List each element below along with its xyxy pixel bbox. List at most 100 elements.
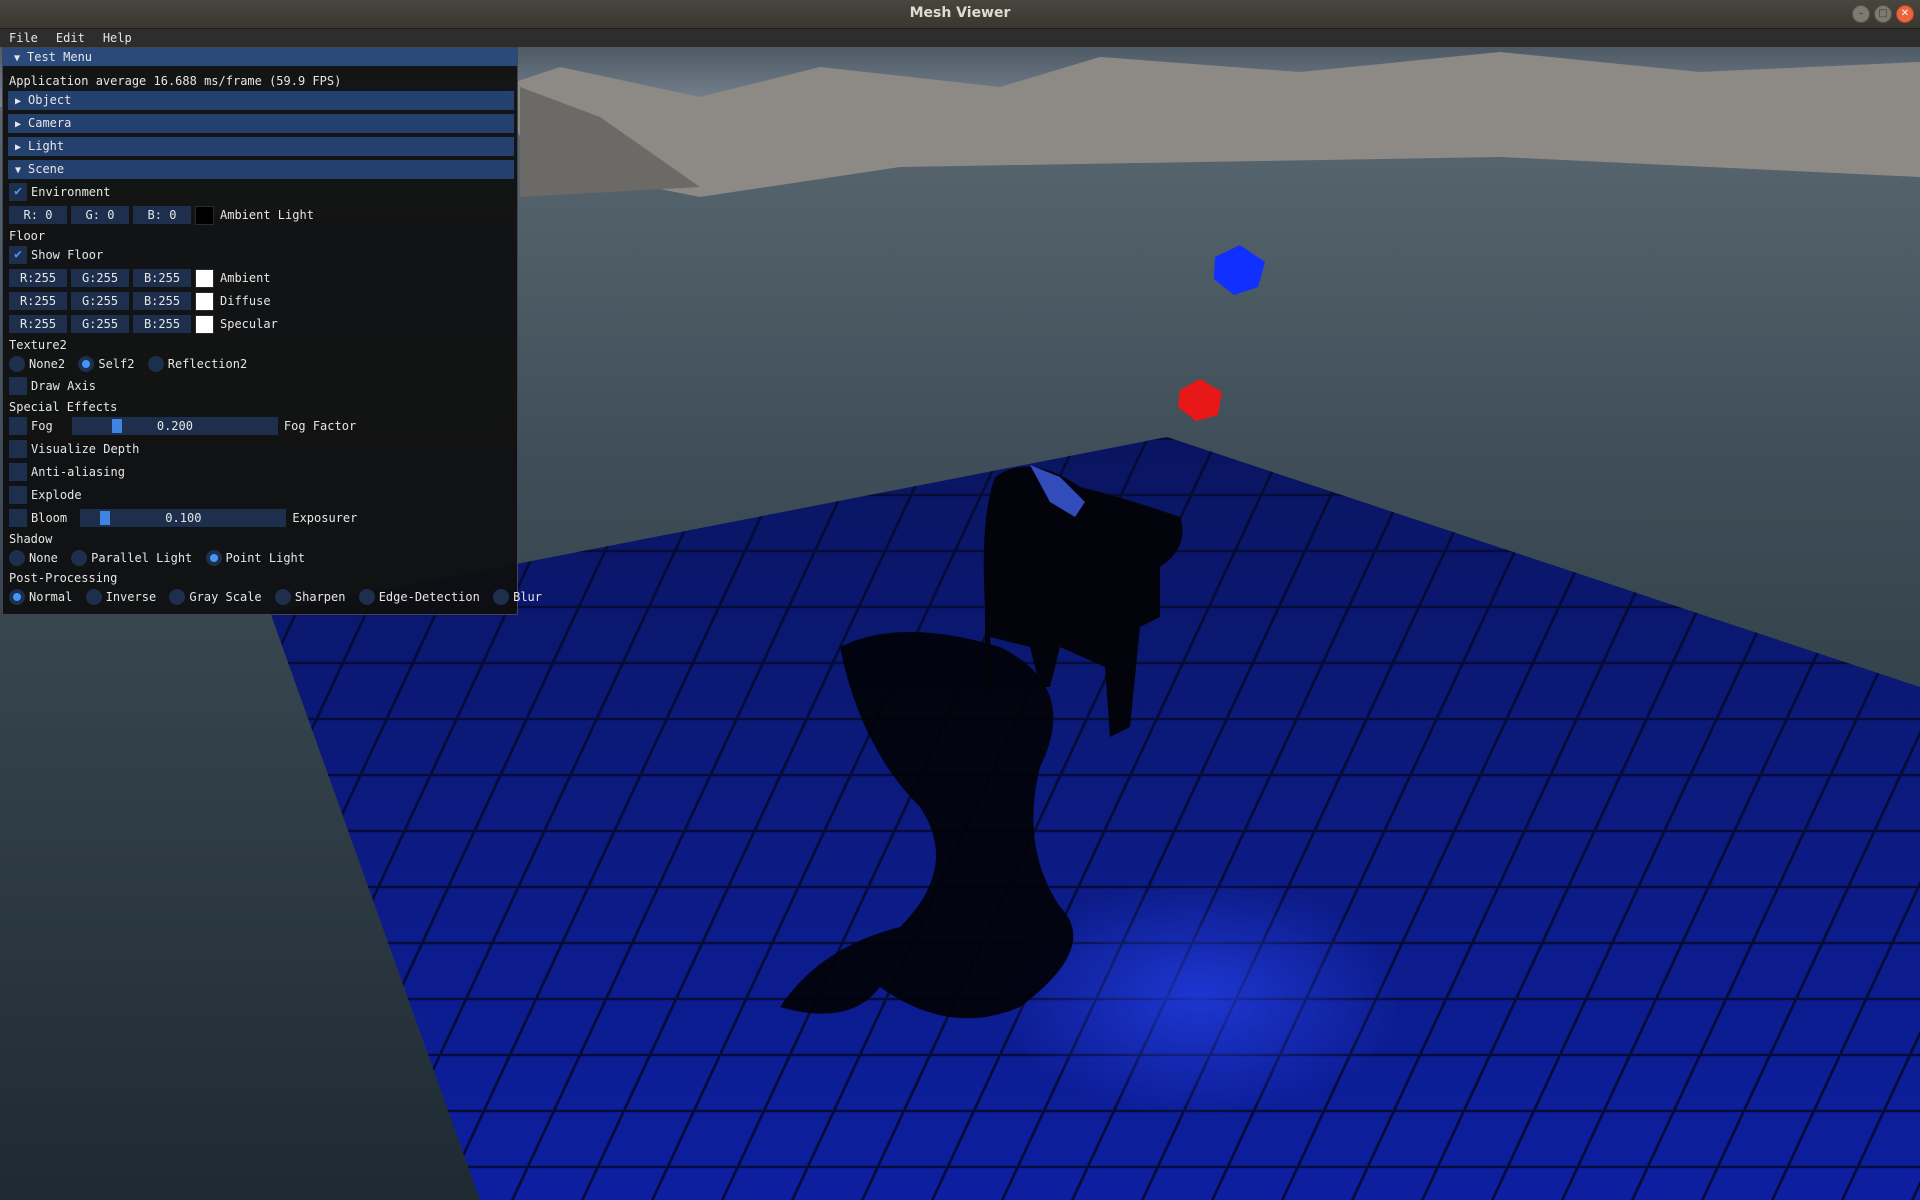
explode-row: Explode: [9, 486, 82, 504]
menu-file[interactable]: File: [0, 29, 47, 47]
ambient-light-r-field[interactable]: R: 0: [9, 206, 67, 224]
draw-axis-label: Draw Axis: [31, 379, 97, 393]
texture-self2-label: Self2: [98, 357, 135, 371]
ambient-light-swatch[interactable]: [195, 206, 214, 225]
floor-ambient-b-field[interactable]: B:255: [133, 269, 191, 287]
texture-reflection2-label: Reflection2: [167, 357, 248, 371]
environment-label: Environment: [31, 185, 111, 199]
shadow-radio-none[interactable]: [9, 550, 25, 566]
explode-checkbox[interactable]: [9, 486, 27, 504]
floor-diffuse-r-field[interactable]: R:255: [9, 292, 67, 310]
floor-diffuse-b-field[interactable]: B:255: [133, 292, 191, 310]
collapse-triangle-icon: ▼: [14, 165, 22, 176]
show-floor-checkbox[interactable]: ✔: [9, 246, 27, 264]
floor-section-label: Floor: [9, 229, 46, 243]
post-radio-grayscale[interactable]: [169, 589, 186, 605]
test-menu-panel[interactable]: ▼ Test Menu Application average 16.688 ms…: [2, 47, 542, 615]
texture-radio-reflection2[interactable]: [147, 356, 164, 372]
post-radio-inverse[interactable]: [85, 589, 102, 605]
post-processing-label: Post-Processing: [9, 571, 118, 585]
header-light[interactable]: ▶ Light: [8, 137, 514, 156]
floor-diffuse-row: R:255 G:255 B:255 Diffuse: [9, 292, 271, 311]
menubar: File Edit Help: [0, 29, 1920, 47]
texture-radio-row: None2 Self2 Reflection2: [9, 355, 247, 373]
exposure-slider[interactable]: 0.100: [80, 509, 287, 527]
texture-radio-self2[interactable]: [78, 356, 95, 372]
floor-specular-swatch[interactable]: [195, 315, 214, 334]
post-radio-row: Normal Inverse Gray Scale Sharpen Edge-D…: [9, 588, 542, 606]
anti-aliasing-label: Anti-aliasing: [31, 465, 125, 479]
post-normal-label: Normal: [29, 590, 73, 604]
floor-specular-row: R:255 G:255 B:255 Specular: [9, 315, 278, 334]
fog-factor-label: Fog Factor: [283, 419, 357, 433]
fog-slider-grab[interactable]: [111, 419, 122, 433]
expand-triangle-icon: ▶: [14, 119, 22, 130]
post-radio-edge-detection[interactable]: [358, 589, 375, 605]
shadow-radio-row: None Parallel Light Point Light: [9, 549, 305, 567]
draw-axis-checkbox[interactable]: [9, 377, 27, 395]
anti-aliasing-checkbox[interactable]: [9, 463, 27, 481]
floor-ambient-r-field[interactable]: R:255: [9, 269, 67, 287]
shadow-none-label: None: [29, 551, 58, 565]
floor-specular-b-field[interactable]: B:255: [133, 315, 191, 333]
floor-specular-r-field[interactable]: R:255: [9, 315, 67, 333]
ambient-light-g-field[interactable]: G: 0: [71, 206, 129, 224]
show-floor-row: ✔ Show Floor: [9, 246, 103, 264]
collapse-triangle-icon[interactable]: ▼: [7, 50, 27, 68]
special-effects-label: Special Effects: [9, 400, 118, 414]
texture-radio-none2[interactable]: [9, 356, 25, 372]
close-button[interactable]: ✕: [1896, 5, 1914, 23]
header-scene[interactable]: ▼ Scene: [8, 160, 514, 179]
bloom-label: Bloom: [31, 511, 68, 525]
menu-help[interactable]: Help: [94, 29, 141, 47]
floor-diffuse-g-field[interactable]: G:255: [71, 292, 129, 310]
minimize-button[interactable]: –: [1852, 5, 1870, 23]
shadow-radio-parallel[interactable]: [71, 550, 88, 566]
post-radio-normal[interactable]: [9, 589, 25, 605]
post-grayscale-label: Gray Scale: [189, 590, 262, 604]
ambient-light-b-field[interactable]: B: 0: [133, 206, 191, 224]
header-camera[interactable]: ▶ Camera: [8, 114, 514, 133]
expand-triangle-icon: ▶: [14, 96, 22, 107]
header-object-label: Object: [28, 93, 72, 107]
window-titlebar[interactable]: Mesh Viewer – □ ✕: [0, 0, 1920, 29]
maximize-button[interactable]: □: [1874, 5, 1892, 23]
show-floor-label: Show Floor: [31, 248, 104, 262]
fog-factor-slider[interactable]: 0.200: [71, 417, 278, 435]
shadow-parallel-label: Parallel Light: [91, 551, 193, 565]
menu-edit[interactable]: Edit: [47, 29, 94, 47]
header-scene-label: Scene: [28, 162, 65, 176]
ambient-light-row: R: 0 G: 0 B: 0 Ambient Light: [9, 206, 314, 225]
bloom-slider-grab[interactable]: [100, 511, 111, 525]
draw-axis-row: Draw Axis: [9, 377, 96, 395]
ambient-light-label: Ambient Light: [220, 208, 314, 222]
floor-ambient-swatch[interactable]: [195, 269, 214, 288]
bloom-checkbox[interactable]: [9, 509, 27, 527]
environment-checkbox[interactable]: ✔: [9, 183, 27, 201]
exposure-label: Exposurer: [292, 511, 358, 525]
floor-specular-g-field[interactable]: G:255: [71, 315, 129, 333]
shadow-radio-point[interactable]: [205, 550, 222, 566]
header-camera-label: Camera: [28, 116, 72, 130]
visualize-depth-row: Visualize Depth: [9, 440, 139, 458]
floor-diffuse-swatch[interactable]: [195, 292, 214, 311]
fog-checkbox[interactable]: [9, 417, 27, 435]
visualize-depth-label: Visualize Depth: [31, 442, 140, 456]
expand-triangle-icon: ▶: [14, 142, 22, 153]
post-radio-blur[interactable]: [493, 589, 510, 605]
floor-specular-label: Specular: [220, 317, 278, 331]
floor-ambient-g-field[interactable]: G:255: [71, 269, 129, 287]
anti-aliasing-row: Anti-aliasing: [9, 463, 125, 481]
floor-diffuse-label: Diffuse: [220, 294, 271, 308]
header-light-label: Light: [28, 139, 65, 153]
bloom-row: Bloom 0.100 Exposurer: [9, 509, 357, 527]
post-radio-sharpen[interactable]: [274, 589, 291, 605]
visualize-depth-checkbox[interactable]: [9, 440, 27, 458]
panel-titlebar[interactable]: ▼ Test Menu: [3, 48, 517, 66]
fps-text: Application average 16.688 ms/frame (59.…: [9, 74, 342, 88]
texture-section-label: Texture2: [9, 338, 67, 352]
shadow-point-label: Point Light: [225, 551, 306, 565]
fog-value: 0.200: [156, 419, 193, 433]
header-object[interactable]: ▶ Object: [8, 91, 514, 110]
floor-ambient-row: R:255 G:255 B:255 Ambient: [9, 269, 271, 288]
